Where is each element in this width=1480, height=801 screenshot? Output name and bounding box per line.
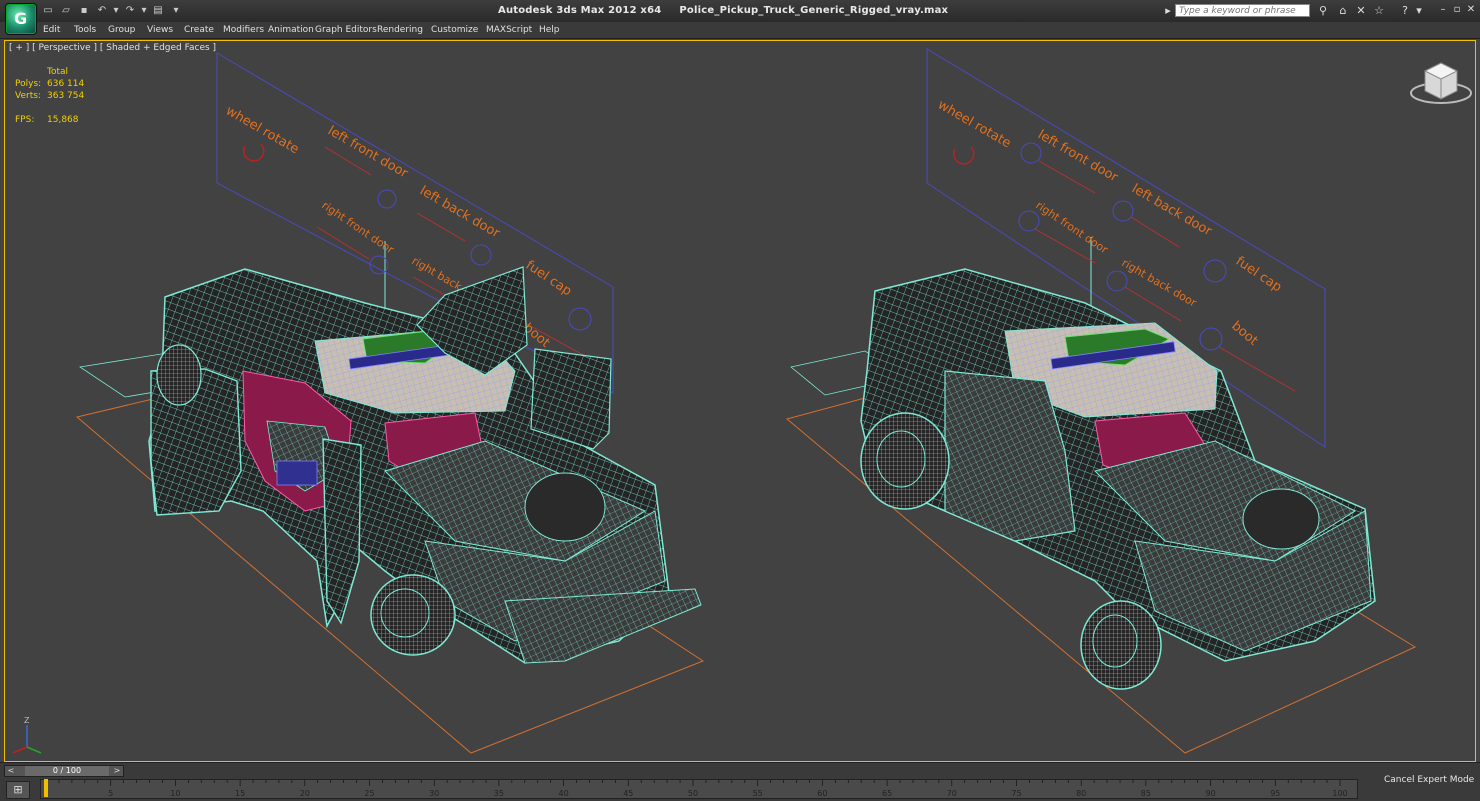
timeline-tick-label: 60 [817,789,827,798]
menu-help[interactable]: Help [539,25,560,35]
timeline-tick-label: 100 [1332,789,1347,798]
timeline-tick-label: 30 [429,789,439,798]
mini-curve-editor-icon[interactable]: ⊞ [6,781,30,799]
close-button[interactable]: ✕ [1464,3,1478,17]
menu-maxscript[interactable]: MAXScript [486,25,532,35]
time-prev-icon[interactable]: < [6,766,16,776]
timeline-tick-label: 80 [1076,789,1086,798]
timeline-tick-label: 35 [494,789,504,798]
search-expand-icon[interactable]: ▸ [1161,4,1175,18]
timeline-tick-label: 45 [623,789,633,798]
help-dropdown-icon[interactable]: ▾ [1412,4,1426,18]
subscription-icon[interactable]: ⌂ [1336,4,1350,18]
stats-fps-value: 15,868 [47,115,79,125]
current-frame-marker[interactable] [44,779,48,797]
right-truck-model[interactable]: wheel rotate left front door left back d… [785,48,1417,754]
timeline-tick-label: 25 [364,789,374,798]
timeline-tick-label: 70 [947,789,957,798]
search-input[interactable] [1175,4,1310,17]
time-frame-display[interactable]: 0 / 100 [25,766,109,776]
menu-bar: Edit Tools Group Views Create Modifiers … [0,22,1480,39]
favorites-star-icon[interactable]: ☆ [1372,4,1386,18]
help-icon[interactable]: ? [1398,4,1412,18]
viewport-label-menu[interactable]: [ + ] [ Perspective ] [ Shaded + Edged F… [9,43,216,53]
project-icon[interactable]: ▤ [152,5,164,17]
timeline-tick-label: 75 [1011,789,1021,798]
time-slider[interactable]: < 0 / 100 > [4,765,124,777]
stats-polys-label: Polys: [15,79,42,89]
rig-label-left-back-door: left back door [417,183,503,241]
stats-total-label: Total [47,67,69,77]
stats-verts-label: Verts: [15,91,41,101]
menu-edit[interactable]: Edit [43,25,60,35]
binoculars-icon[interactable]: ⚲ [1316,4,1330,18]
app-menu-button[interactable]: G [6,4,36,34]
minimize-button[interactable]: – [1436,3,1450,17]
communication-center-icon[interactable]: ✕ [1354,4,1368,18]
stats-fps-label: FPS: [15,115,35,125]
save-icon[interactable]: ▪ [78,5,90,17]
timeline-tick-label: 65 [882,789,892,798]
rig-label-fuel-cap: fuel cap [523,258,574,299]
scene-canvas[interactable]: wheel rotate left front door left back d… [5,41,1476,762]
timeline-tick-label: 85 [1141,789,1151,798]
rig-label-right-front-door-right: right front door [1033,199,1110,257]
timeline-tick-label: 95 [1270,789,1280,798]
rig-label-wheel-rotate: wheel rotate [223,103,301,157]
timeline-tick-label: 20 [300,789,310,798]
undo-icon[interactable]: ↶ [96,5,108,17]
new-icon[interactable]: ▭ [42,5,54,17]
rig-label-wheel-rotate-right: wheel rotate [935,97,1013,151]
rig-label-left-front-door-right: left front door [1035,127,1121,185]
timeline-tick-label: 55 [753,789,763,798]
menu-rendering[interactable]: Rendering [377,25,423,35]
timeline-tick-label: 15 [235,789,245,798]
redo-icon[interactable]: ↷ [124,5,136,17]
stats-polys-value: 636 114 [47,79,85,89]
menu-animation[interactable]: Animation [268,25,314,35]
window-title: Autodesk 3ds Max 2012 x64 Police_Pickup_T… [498,5,948,16]
menu-modifiers[interactable]: Modifiers [223,25,264,35]
time-next-icon[interactable]: > [112,766,122,776]
stats-verts-value: 363 754 [47,91,85,101]
menu-customize[interactable]: Customize [431,25,478,35]
axis-tripod: Z [12,716,42,754]
quick-access-dropdown-icon[interactable]: ▾ [170,5,182,17]
axis-z-label: Z [24,716,30,725]
rig-label-left-back-door-right: left back door [1129,181,1215,239]
undo-dropdown-icon[interactable]: ▾ [110,5,122,17]
timeline-tick-label: 50 [688,789,698,798]
redo-dropdown-icon[interactable]: ▾ [138,5,150,17]
timeline-ruler[interactable]: 0510152025303540455055606570758085909510… [40,779,1358,799]
timeline-tick-label: 10 [170,789,180,798]
viewcube[interactable] [1410,62,1472,104]
menu-views[interactable]: Views [147,25,173,35]
timeline-bar: < 0 / 100 > ⊞ 05101520253035404550556065… [0,762,1480,801]
app-title: Autodesk 3ds Max 2012 x64 [498,5,662,16]
title-bar: G ▭ ▱ ▪ ↶ ▾ ↷ ▾ ▤ ▾ Autodesk 3ds Max 201… [0,0,1480,34]
menu-create[interactable]: Create [184,25,214,35]
perspective-viewport[interactable]: wheel rotate left front door left back d… [4,40,1476,762]
maximize-button[interactable]: ▫ [1450,3,1464,17]
cancel-expert-mode-button[interactable]: Cancel Expert Mode [1384,775,1474,785]
timeline-tick-label: 5 [108,789,113,798]
menu-group[interactable]: Group [108,25,135,35]
left-truck-model[interactable]: wheel rotate left front door left back d… [75,52,705,754]
timeline-tick-label: 40 [559,789,569,798]
menu-tools[interactable]: Tools [74,25,96,35]
menu-graph-editors[interactable]: Graph Editors [315,25,377,35]
app-logo-letter: G [14,9,28,28]
open-icon[interactable]: ▱ [60,5,72,17]
file-name: Police_Pickup_Truck_Generic_Rigged_vray.… [679,5,949,16]
rig-label-right-back-door-right: right back door [1120,256,1200,309]
timeline-tick-label: 90 [1206,789,1216,798]
rig-label-boot-right: boot [1228,319,1260,349]
